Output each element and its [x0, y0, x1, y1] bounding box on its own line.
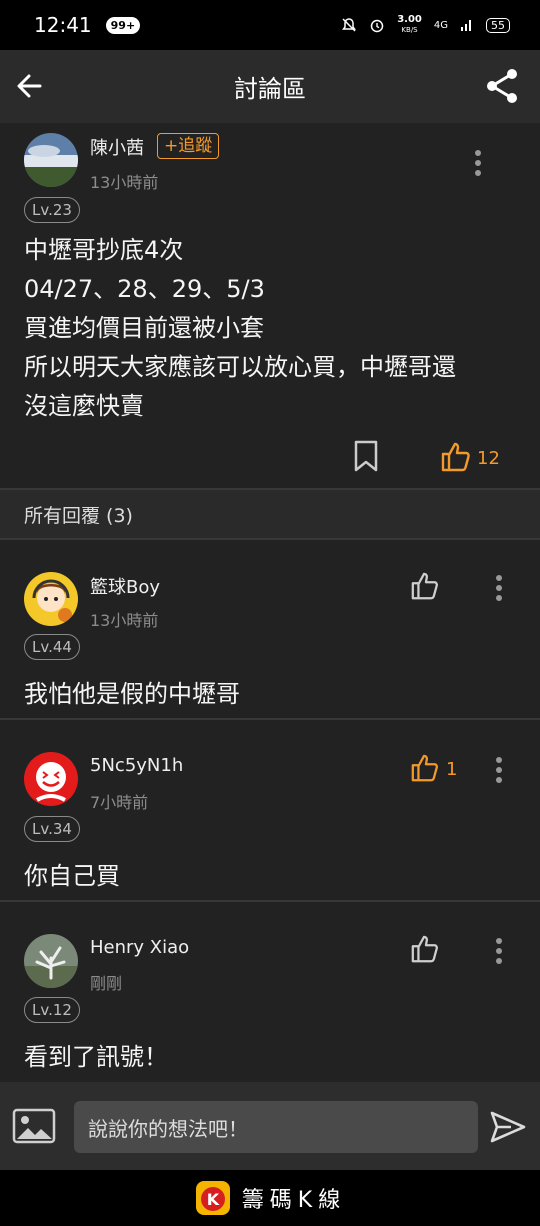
divider	[0, 538, 540, 540]
post-line: 04/27、28、29、5/3	[24, 275, 265, 303]
reply-text: 看到了訊號！	[24, 1043, 168, 1071]
notification-badge: 99+	[105, 16, 141, 34]
post-line: 中壢哥抄底4次	[24, 236, 184, 264]
image-icon[interactable]	[12, 1108, 56, 1144]
reply-time: 剛剛	[90, 974, 123, 993]
reply-time: 7小時前	[90, 793, 149, 812]
original-post: 陳小茜 +追蹤 13小時前 Lv.23 中壢哥抄底4次 04/27、28、29、…	[0, 123, 540, 488]
user-level-badge: Lv.44	[24, 634, 80, 660]
post-author[interactable]: 陳小茜	[90, 134, 144, 160]
user-level-badge: Lv.12	[24, 997, 80, 1023]
reply-author[interactable]: Henry Xiao	[90, 937, 189, 958]
thumbs-up-icon[interactable]	[410, 934, 440, 964]
more-options-icon[interactable]	[489, 755, 509, 785]
app-logo-icon: K	[195, 1181, 230, 1215]
thumbs-up-icon[interactable]	[410, 571, 440, 601]
comment-composer: 說說你的想法吧！	[0, 1082, 540, 1170]
app-bar: 討論區	[0, 50, 540, 123]
reply-author[interactable]: 5Nc5yN1h	[90, 755, 183, 776]
avatar[interactable]	[24, 752, 78, 806]
user-level-badge: Lv.23	[24, 197, 80, 223]
arrow-left-icon[interactable]	[10, 64, 54, 108]
replies-header: 所有回覆 (3)	[0, 490, 540, 538]
reply-author[interactable]: 籃球Boy	[90, 573, 160, 599]
divider	[0, 718, 540, 720]
share-icon[interactable]	[480, 64, 524, 108]
brand-bar: K 籌碼K線	[0, 1170, 540, 1226]
network-label: 4G	[433, 19, 448, 31]
bookmark-icon[interactable]	[352, 440, 380, 472]
post-content: 中壢哥抄底4次 04/27、28、29、5/3 買進均價目前還被小套 所以明天大…	[24, 231, 524, 426]
reply-text: 我怕他是假的中壢哥	[24, 680, 240, 708]
avatar[interactable]	[24, 133, 78, 187]
more-options-icon[interactable]	[489, 936, 509, 966]
clock: 12:41	[34, 13, 92, 37]
svg-text:K: K	[207, 1190, 220, 1209]
post-line: 所以明天大家應該可以放心買，中壢哥還	[24, 353, 456, 381]
alarm-icon	[370, 19, 384, 33]
post-line: 沒這麼快賣	[24, 392, 144, 420]
more-options-icon[interactable]	[489, 573, 509, 603]
user-level-badge: Lv.34	[24, 816, 80, 842]
follow-button[interactable]: +追蹤	[157, 133, 220, 159]
thumbs-up-icon[interactable]	[410, 753, 440, 783]
avatar[interactable]	[24, 934, 78, 988]
post-time: 13小時前	[90, 173, 159, 192]
battery-indicator: 55	[486, 17, 510, 33]
mute-icon	[342, 18, 357, 32]
send-icon[interactable]	[490, 1110, 526, 1144]
signal-icon	[461, 20, 471, 31]
more-options-icon[interactable]	[468, 148, 488, 178]
reply-like-count: 1	[446, 759, 458, 780]
net-speed: 3.00 KB/S	[397, 14, 422, 35]
status-bar: 12:41 99+ 3.00 KB/S 4G 55	[0, 0, 540, 50]
brand-name: 籌碼K線	[241, 1188, 347, 1213]
thumbs-up-icon[interactable]	[440, 441, 472, 473]
avatar[interactable]	[24, 572, 78, 626]
post-like-count: 12	[477, 448, 500, 469]
divider	[0, 900, 540, 902]
reply-time: 13小時前	[90, 611, 159, 630]
comment-input[interactable]: 說說你的想法吧！	[74, 1101, 478, 1153]
post-line: 買進均價目前還被小套	[24, 314, 264, 342]
page-title: 討論區	[234, 75, 306, 103]
reply-text: 你自己買	[24, 862, 120, 890]
